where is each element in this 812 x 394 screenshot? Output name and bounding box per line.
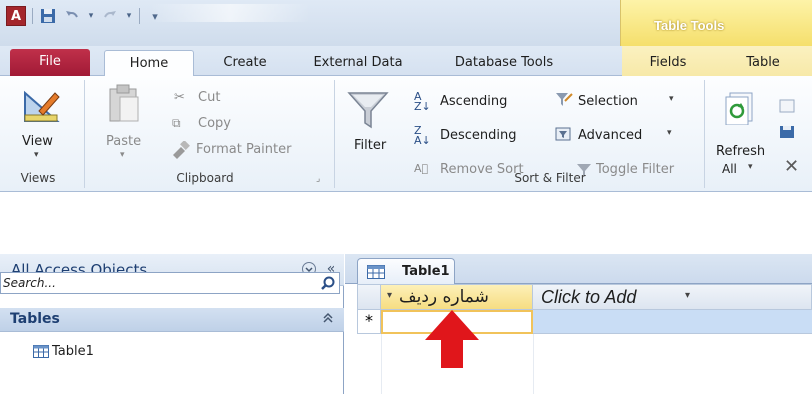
tab-fields[interactable]: Fields <box>622 46 714 76</box>
descending-icon: Z A↓ <box>414 124 431 147</box>
column-header-label: شماره ردیف <box>399 287 489 307</box>
new-record-cell-click-to-add[interactable] <box>533 310 812 334</box>
refresh-all-button[interactable]: Refresh <box>716 144 765 159</box>
redo-icon[interactable] <box>101 7 119 25</box>
paste-button[interactable]: Paste <box>106 134 141 149</box>
nav-group-header-tables[interactable]: Tables <box>0 308 344 332</box>
format-painter-icon <box>170 140 192 160</box>
document-tab-label: Table1 <box>402 264 450 279</box>
column-header-label: Click to Add <box>541 287 637 307</box>
paste-dropdown-icon[interactable]: ▾ <box>120 150 125 160</box>
qat-separator <box>32 8 33 24</box>
selection-filter-icon <box>554 90 574 110</box>
tab-database-tools[interactable]: Database Tools <box>430 50 578 76</box>
filter-funnel-icon <box>346 88 390 132</box>
copy-icon: ⧉ <box>172 116 181 130</box>
filter-button[interactable]: Filter <box>354 138 386 153</box>
advanced-button[interactable]: Advanced <box>578 128 642 143</box>
group-separator <box>84 80 85 188</box>
qat-separator <box>139 8 140 24</box>
tab-table[interactable]: Table <box>714 46 812 76</box>
access-app-icon[interactable]: A <box>6 6 26 26</box>
tab-external-data[interactable]: External Data <box>298 50 418 76</box>
nav-group-label: Tables <box>10 311 60 327</box>
descending-button[interactable]: Descending <box>440 128 517 143</box>
column-dropdown-icon[interactable]: ▾ <box>387 290 392 301</box>
selection-button[interactable]: Selection <box>578 94 638 109</box>
advanced-filter-icon <box>554 124 574 144</box>
ribbon: View ▾ Views Paste ▾ ✂ Cut ⧉ Copy Format… <box>0 76 812 192</box>
paste-icon <box>104 82 144 126</box>
ascending-button[interactable]: Ascending <box>440 94 507 109</box>
view-dropdown-icon[interactable]: ▾ <box>34 150 39 160</box>
ascending-icon: A Z↓ <box>414 90 431 113</box>
red-arrow-annotation <box>423 308 481 374</box>
advanced-dropdown-icon[interactable]: ▾ <box>667 128 672 138</box>
new-record-icon[interactable] <box>778 98 796 114</box>
grid-line <box>533 334 534 394</box>
table-icon <box>366 264 386 279</box>
views-group-label: Views <box>20 171 56 185</box>
cut-icon: ✂ <box>174 90 185 105</box>
column-header-row-number[interactable]: ▾ شماره ردیف <box>381 284 533 310</box>
undo-icon[interactable] <box>63 7 81 25</box>
selection-dropdown-icon[interactable]: ▾ <box>669 94 674 104</box>
refresh-all-sub-label: All <box>722 162 737 176</box>
view-button[interactable]: View <box>22 134 53 149</box>
tab-create[interactable]: Create <box>205 50 285 76</box>
copy-button[interactable]: Copy <box>198 116 231 131</box>
refresh-dropdown-icon[interactable]: ▾ <box>748 162 753 172</box>
group-separator <box>704 80 705 188</box>
datasheet: ▾ شماره ردیف Click to Add ▾ * <box>345 284 812 394</box>
grid-line <box>381 334 382 394</box>
column-dropdown-icon[interactable]: ▾ <box>685 290 690 301</box>
save-icon[interactable] <box>39 7 57 25</box>
format-painter-button[interactable]: Format Painter <box>196 142 291 157</box>
undo-dropdown-icon[interactable]: ▾ <box>87 7 95 25</box>
collapse-group-icon[interactable] <box>322 312 334 327</box>
save-record-icon[interactable] <box>778 124 796 140</box>
refresh-icon <box>722 90 758 126</box>
tab-file[interactable]: File <box>10 49 90 76</box>
redo-dropdown-icon[interactable]: ▾ <box>125 7 133 25</box>
select-all-corner[interactable] <box>357 284 381 310</box>
contextual-group-title: Table Tools <box>654 18 725 33</box>
nav-item-table1[interactable]: Table1 <box>0 340 344 364</box>
window-title-area <box>150 4 310 22</box>
new-record-row-selector[interactable]: * <box>357 310 381 334</box>
nav-search-box <box>0 272 340 294</box>
document-tab-table1[interactable]: Table1 <box>357 258 455 285</box>
document-tab-strip: Table1 <box>345 254 812 285</box>
sort-filter-group-label: Sort & Filter <box>514 171 586 185</box>
delete-record-icon[interactable]: ✕ <box>784 156 799 177</box>
ribbon-tab-row: File Home Create External Data Database … <box>0 46 812 77</box>
cut-button[interactable]: Cut <box>198 90 220 105</box>
group-separator <box>334 80 335 188</box>
view-icon <box>20 88 64 128</box>
table-icon <box>32 344 50 358</box>
clipboard-group-label: Clipboard <box>176 171 234 185</box>
search-icon[interactable] <box>319 274 337 292</box>
nav-search-input[interactable] <box>3 275 293 291</box>
nav-item-label: Table1 <box>52 344 94 359</box>
tab-home[interactable]: Home <box>104 50 194 77</box>
column-header-click-to-add[interactable]: Click to Add ▾ <box>533 284 812 310</box>
quick-access-toolbar: A ▾ ▾ ▾ <box>6 6 164 26</box>
clipboard-dialog-launcher-icon[interactable]: ⌟ <box>316 174 320 184</box>
